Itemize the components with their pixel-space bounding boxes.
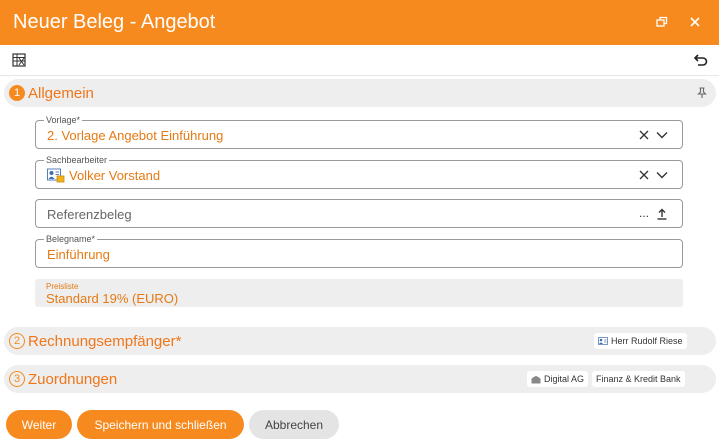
vorlage-field[interactable]: Vorlage* 2. Vorlage Angebot Einführung — [35, 115, 683, 149]
window-title: Neuer Beleg - Angebot — [13, 11, 216, 33]
preisliste-field: Preisliste Standard 19% (EURO) — [35, 279, 683, 307]
company-chip-label: Digital AG — [544, 374, 585, 384]
section-title: Rechnungsempfänger* — [28, 333, 182, 350]
window-titlebar: Neuer Beleg - Angebot — [0, 0, 719, 45]
contact-card-icon — [598, 337, 608, 345]
preisliste-value: Standard 19% (EURO) — [46, 291, 179, 306]
section-zuordnungen[interactable]: 3 Zuordnungen Digital AG Finanz & Kredit… — [4, 365, 716, 393]
section-title: Allgemein — [28, 85, 94, 102]
section-number: 2 — [9, 333, 25, 349]
toolbar — [0, 45, 719, 76]
cancel-button[interactable]: Abbrechen — [249, 410, 339, 439]
contact-card-icon — [47, 168, 65, 183]
section-allgemein[interactable]: 1 Allgemein — [4, 79, 716, 107]
weiter-button[interactable]: Weiter — [6, 410, 72, 439]
recipient-chip[interactable]: Herr Rudolf Riese — [594, 333, 687, 349]
referenzbeleg-field[interactable]: Referenzbeleg ... — [35, 199, 683, 228]
vorlage-value: 2. Vorlage Angebot Einführung — [47, 128, 224, 143]
chevron-down-icon[interactable] — [654, 167, 670, 183]
belegname-field[interactable]: Belegname* Einführung — [35, 234, 683, 268]
section-title: Zuordnungen — [28, 371, 118, 388]
pin-icon[interactable] — [696, 86, 710, 100]
more-button[interactable]: ... — [636, 205, 652, 221]
vorlage-label: Vorlage* — [44, 115, 83, 125]
chevron-down-icon[interactable] — [654, 127, 670, 143]
restore-window-icon[interactable] — [651, 11, 673, 33]
close-icon[interactable] — [684, 11, 706, 33]
sachbearbeiter-value: Volker Vorstand — [69, 168, 161, 183]
belegname-label: Belegname* — [44, 234, 98, 244]
company-icon — [531, 375, 541, 383]
sachbearbeiter-label: Sachbearbeiter — [44, 155, 110, 165]
save-close-button[interactable]: Speichern und schließen — [77, 410, 244, 439]
recipient-chip-label: Herr Rudolf Riese — [611, 336, 683, 346]
undo-icon[interactable] — [692, 51, 710, 69]
company-chip[interactable]: Digital AG — [527, 371, 589, 387]
section-rechnungsempfaenger[interactable]: 2 Rechnungsempfänger* Herr Rudolf Riese — [4, 327, 716, 355]
section-number: 3 — [9, 371, 25, 387]
clear-icon[interactable] — [636, 127, 652, 143]
referenzbeleg-placeholder: Referenzbeleg — [47, 207, 132, 222]
bank-chip[interactable]: Finanz & Kredit Bank — [592, 371, 685, 387]
section-number: 1 — [9, 85, 25, 101]
bank-chip-label: Finanz & Kredit Bank — [596, 374, 681, 384]
clear-icon[interactable] — [636, 167, 652, 183]
sachbearbeiter-field[interactable]: Sachbearbeiter Volker Vorstand — [35, 155, 683, 189]
upload-icon[interactable] — [654, 206, 670, 222]
spreadsheet-icon[interactable] — [10, 51, 28, 69]
belegname-value: Einführung — [47, 247, 110, 262]
